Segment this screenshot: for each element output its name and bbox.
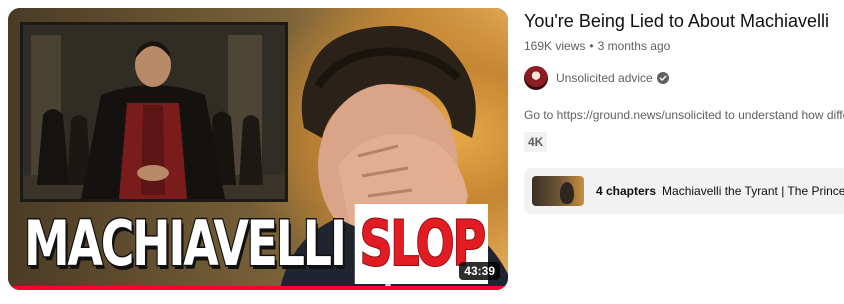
chapter-thumbnail	[532, 176, 584, 206]
verified-check-icon	[656, 72, 669, 84]
chapter-names: Machiavelli the Tyrant | The Prince	[662, 184, 844, 198]
video-info: You're Being Lied to About Machiavelli 1…	[524, 8, 844, 214]
chapter-count: 4 chapters	[596, 184, 657, 198]
thumbnail-painting	[20, 22, 288, 202]
channel-link[interactable]: Unsolicited advice	[524, 66, 669, 90]
meta-separator: •	[589, 39, 594, 53]
video-thumbnail[interactable]: MACHIAVELLI SLOP 43:39	[8, 8, 508, 290]
duration-badge: 43:39	[459, 262, 500, 280]
video-metadata: 169K views • 3 months ago	[524, 37, 844, 55]
video-title[interactable]: You're Being Lied to About Machiavelli	[524, 8, 844, 34]
view-count: 169K views	[524, 39, 586, 53]
chapters-panel[interactable]: 4 chapters Machiavelli the Tyrant | The …	[524, 168, 844, 214]
thumbnail-title-overlay: MACHIAVELLI SLOP	[23, 204, 489, 284]
watch-progress-bar	[8, 286, 508, 290]
upload-age: 3 months ago	[597, 39, 671, 53]
thumbnail-title-white: MACHIAVELLI	[23, 206, 348, 282]
channel-name[interactable]: Unsolicited advice	[556, 69, 653, 87]
description-snippet: Go to https://ground.news/unsolicited to…	[524, 108, 844, 122]
quality-badge-4k: 4K	[524, 132, 548, 152]
channel-avatar[interactable]	[524, 66, 548, 90]
